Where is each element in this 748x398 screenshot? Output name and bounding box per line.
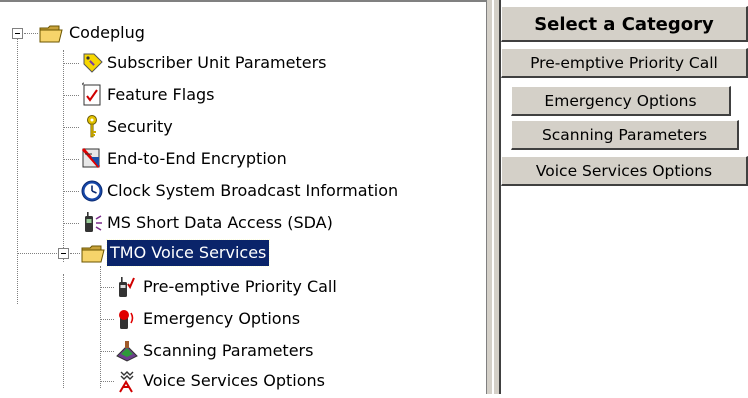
tree-item-ms-short-data-access[interactable]: MS Short Data Access (SDA)	[0, 210, 380, 240]
tree-label: Voice Services Options	[143, 371, 325, 390]
tree-item-emergency-options[interactable]: Emergency Options	[0, 306, 380, 336]
tree-label: Emergency Options	[143, 309, 301, 328]
tree-connector	[24, 33, 38, 34]
clock-icon	[81, 180, 103, 202]
tree-label-selected: TMO Voice Services	[105, 239, 271, 267]
tree-label: Feature Flags	[107, 85, 215, 104]
checklist-icon	[82, 82, 101, 106]
collapse-toggle[interactable]	[58, 248, 69, 259]
tree-label: Subscriber Unit Parameters	[107, 53, 327, 72]
tree-label: MS Short Data Access (SDA)	[107, 213, 333, 232]
pane-splitter[interactable]	[486, 0, 500, 394]
open-folder-icon	[39, 25, 63, 43]
tree-connector	[63, 191, 79, 192]
collapse-toggle[interactable]	[12, 28, 23, 39]
tree-connector	[100, 351, 114, 352]
tree-label: End-to-End Encryption	[107, 149, 287, 168]
tree-label: Scanning Parameters	[143, 341, 314, 360]
tree-item-feature-flags[interactable]: Feature Flags	[0, 82, 320, 112]
tree-connector	[100, 381, 114, 382]
voice-services-icon	[119, 371, 134, 393]
tree-connector	[63, 223, 79, 224]
scanning-icon	[116, 341, 138, 362]
radio-emergency-icon	[119, 310, 134, 329]
tree-label: Security	[107, 117, 173, 136]
tree-connector	[70, 253, 80, 254]
open-folder-icon	[81, 245, 105, 263]
tree-pane: Codeplug Subscriber Unit Parameters Feat…	[0, 0, 486, 396]
tree-item-pre-emptive-priority-call[interactable]: Pre-emptive Priority Call	[0, 266, 420, 388]
tree-item-clock-system-broadcast[interactable]: Clock System Broadcast Information	[0, 178, 480, 208]
tree-connector	[100, 319, 114, 320]
radio-sda-icon	[85, 212, 102, 232]
tree-connector	[63, 95, 79, 96]
category-button-emergency-options[interactable]: Emergency Options	[511, 86, 731, 116]
tag-icon	[83, 53, 103, 73]
category-pane: Select a Category Pre-emptive Priority C…	[500, 0, 748, 394]
category-button-scanning-parameters[interactable]: Scanning Parameters	[511, 120, 739, 150]
radio-priority-icon	[119, 277, 135, 297]
tree-item-security[interactable]: Security	[0, 114, 260, 144]
category-button-pre-emptive-priority-call[interactable]: Pre-emptive Priority Call	[501, 48, 748, 78]
tree-item-tmo-voice-services[interactable]: TMO Voice Services	[0, 239, 330, 270]
tree-label: Codeplug	[69, 23, 145, 42]
tree-label: Pre-emptive Priority Call	[143, 277, 337, 296]
encryption-icon	[81, 148, 101, 168]
category-header: Select a Category	[501, 6, 748, 42]
tree-connector	[63, 127, 79, 128]
tree-item-subscriber-unit-parameters[interactable]: Subscriber Unit Parameters	[0, 50, 420, 80]
tree-connector	[17, 253, 57, 254]
tree-connector	[100, 287, 114, 288]
tree-label: Clock System Broadcast Information	[107, 181, 399, 200]
tree-connector	[63, 63, 79, 64]
tree-item-codeplug[interactable]: Codeplug	[0, 20, 300, 50]
category-button-voice-services-options[interactable]: Voice Services Options	[501, 156, 748, 186]
key-icon	[87, 115, 97, 138]
tree-item-end-to-end-encryption[interactable]: End-to-End Encryption	[0, 146, 340, 176]
tree-connector	[63, 159, 79, 160]
tree-item-scanning-parameters[interactable]: Scanning Parameters	[0, 338, 380, 368]
